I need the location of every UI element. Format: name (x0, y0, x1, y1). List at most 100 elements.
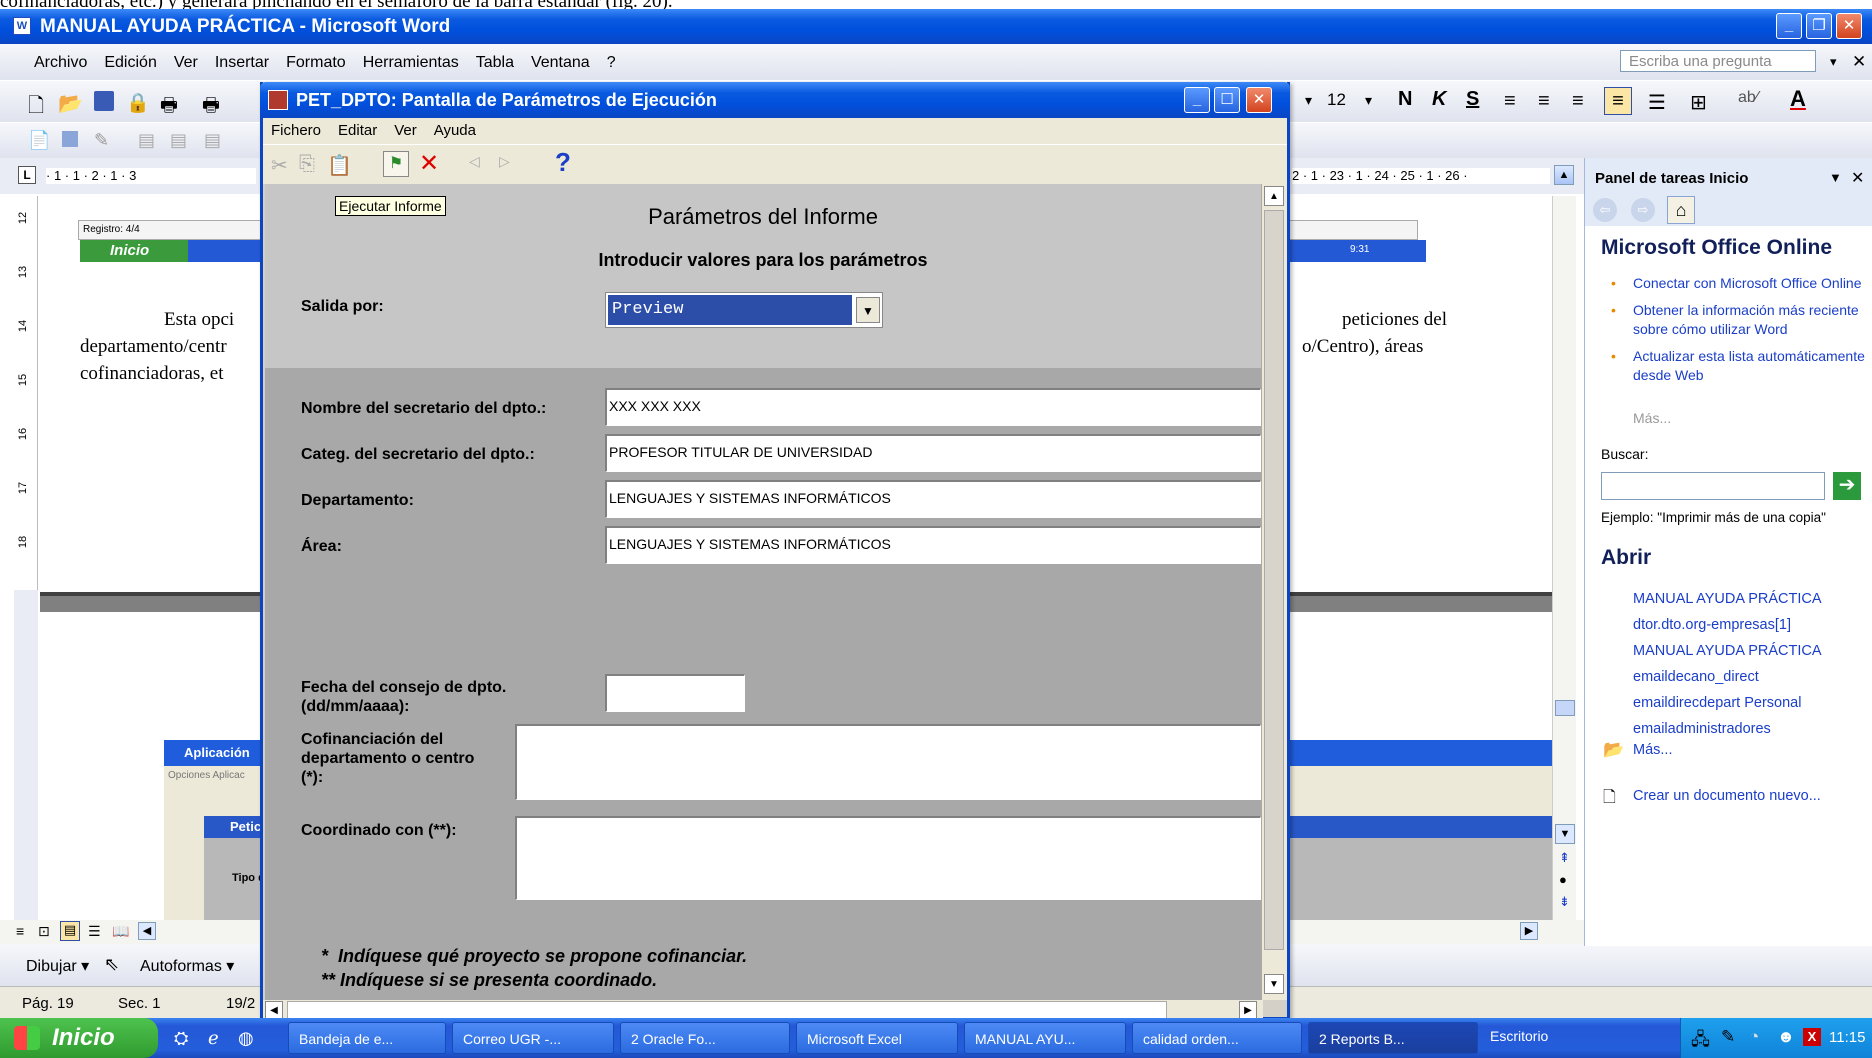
cut-icon[interactable]: ✂ (271, 153, 288, 178)
field-input[interactable]: LENGUAJES Y SISTEMAS INFORMÁTICOS (605, 480, 1261, 518)
office-online-item[interactable]: • Actualizar esta lista automáticamente d… (1607, 347, 1869, 385)
draw-menu-button[interactable]: Dibujar ▾ (26, 956, 89, 976)
quicklaunch-icon-3[interactable]: ◍ (238, 1028, 254, 1049)
task-back-icon[interactable]: ⇦ (1593, 198, 1617, 222)
print-icon[interactable]: 🖶 (160, 91, 178, 123)
dialog-menu-item[interactable]: Ayuda (434, 122, 476, 139)
tray-icon-1[interactable]: 🖧 (1691, 1027, 1710, 1056)
prev-record-icon[interactable]: ◁ (469, 153, 480, 170)
word-titlebar[interactable]: W MANUAL AYUDA PRÁCTICA - Microsoft Word… (0, 9, 1872, 44)
quicklaunch-ie-icon[interactable]: ℯ (208, 1028, 219, 1049)
word-close-button[interactable]: ✕ (1836, 13, 1862, 39)
office-more[interactable]: Más... (1633, 410, 1671, 426)
paste-icon[interactable]: 📋 (327, 153, 352, 178)
highlight-icon[interactable]: ab⁄ (1738, 89, 1758, 107)
font-size-dropdown-icon[interactable]: ▾ (1365, 92, 1372, 109)
new-document-icon[interactable]: 🗋 (28, 91, 44, 125)
font-color-icon[interactable]: A (1790, 86, 1806, 112)
align-right-icon[interactable]: ≡ (1572, 90, 1584, 113)
font-size-value[interactable]: 12 (1327, 90, 1346, 110)
toolbar2-icon-5[interactable]: ▤ (170, 130, 187, 151)
start-button[interactable]: Inicio (0, 1018, 158, 1058)
field-input[interactable]: LENGUAJES Y SISTEMAS INFORMÁTICOS (605, 526, 1261, 564)
dialog-vscrollbar[interactable]: ▲ ▼ (1261, 184, 1287, 1000)
dialog-menu-item[interactable]: Ver (394, 122, 417, 139)
task-pane-dropdown-icon[interactable]: ▼ (1829, 170, 1842, 185)
word-menu-item[interactable]: Tabla (476, 54, 514, 71)
tray-icon-5[interactable]: X (1803, 1028, 1821, 1046)
dialog-scroll-up-icon[interactable]: ▲ (1264, 186, 1284, 206)
align-left-icon[interactable]: ≡ (1504, 90, 1516, 113)
date-input[interactable] (605, 674, 745, 712)
browse-object-icon[interactable]: ● (1559, 872, 1567, 887)
task-home-icon[interactable]: ⌂ (1667, 196, 1695, 224)
taskbar-button[interactable]: MANUAL AYU... (964, 1022, 1126, 1054)
office-online-link[interactable]: Obtener la información más reciente sobr… (1633, 302, 1859, 337)
dialog-close-button[interactable]: ✕ (1246, 87, 1272, 113)
cancel-run-icon[interactable]: ✕ (419, 149, 439, 178)
word-menu-item[interactable]: ? (607, 54, 616, 71)
tab-selector-icon[interactable]: L (18, 166, 36, 184)
coord-textarea[interactable] (515, 816, 1261, 900)
recent-file-link[interactable]: MANUAL AYUDA PRÁCTICA (1633, 586, 1822, 612)
dialog-scroll-left-icon[interactable]: ◀ (265, 1001, 283, 1019)
word-menu-item[interactable]: Insertar (215, 54, 269, 71)
word-menu-item[interactable]: Ventana (531, 54, 590, 71)
word-menu-item[interactable]: Edición (104, 54, 156, 71)
taskbar-button[interactable]: Correo UGR -... (452, 1022, 614, 1054)
word-restore-button[interactable]: ❐ (1806, 13, 1832, 39)
word-menu-item[interactable]: Herramientas (363, 54, 459, 71)
ask-question-input[interactable]: Escriba una pregunta (1620, 50, 1816, 72)
toolbar2-icon-4[interactable]: ▤ (138, 130, 155, 151)
task-search-input[interactable] (1601, 472, 1825, 500)
word-menu-item[interactable]: Formato (286, 54, 346, 71)
toolbar2-icon-2[interactable] (62, 131, 78, 147)
underline-button[interactable]: S (1466, 88, 1479, 111)
desktop-toolbar-label[interactable]: Escritorio (1490, 1028, 1548, 1044)
bullets-icon[interactable]: ☰ (1648, 90, 1666, 115)
dialog-scroll-thumb[interactable] (1264, 210, 1284, 950)
task-forward-icon[interactable]: ⇨ (1631, 198, 1655, 222)
field-input[interactable]: XXX XXX XXX (605, 388, 1261, 426)
dialog-titlebar[interactable]: PET_DPTO: Pantalla de Parámetros de Ejec… (260, 82, 1290, 118)
run-report-icon[interactable]: ⚑ (383, 151, 409, 177)
prev-page-icon[interactable]: ⇞ (1559, 850, 1570, 866)
dialog-menu-item[interactable]: Editar (338, 122, 377, 139)
hscroll-left-icon[interactable]: ◀ (138, 922, 156, 940)
word-vertical-scrollbar[interactable]: ▼ ⇞ ● ⇟ (1552, 196, 1576, 920)
dialog-hscrollbar[interactable]: ◀ ▶ (263, 1000, 1263, 1020)
recent-file-link[interactable]: dtor.dto.org-empresas[1] (1633, 612, 1822, 638)
recent-file-link[interactable]: MANUAL AYUDA PRÁCTICA (1633, 638, 1822, 664)
align-center-icon[interactable]: ≡ (1538, 90, 1550, 113)
word-doc-close-icon[interactable]: ✕ (1852, 52, 1866, 72)
output-select[interactable]: Preview ▼ (605, 292, 883, 328)
word-menu-item[interactable]: Archivo (34, 54, 87, 71)
taskbar-button[interactable]: Bandeja de e... (288, 1022, 446, 1054)
dialog-scroll-down-icon[interactable]: ▼ (1264, 974, 1284, 994)
output-dropdown-icon[interactable]: ▼ (856, 297, 880, 323)
quicklaunch-icon-1[interactable]: ⛭ (174, 1028, 188, 1049)
italic-button[interactable]: K (1432, 88, 1446, 111)
ask-dropdown-icon[interactable]: ▾ (1830, 54, 1837, 70)
print-layout-view-icon[interactable]: ▤ (60, 921, 80, 941)
dialog-minimize-button[interactable]: _ (1184, 87, 1210, 113)
office-online-item[interactable]: • Obtener la información más reciente sob… (1607, 301, 1869, 339)
next-record-icon[interactable]: ▷ (499, 153, 510, 170)
recent-file-link[interactable]: emaildecano_direct (1633, 664, 1822, 690)
tray-icon-4[interactable]: ☻ (1777, 1027, 1795, 1047)
search-go-icon[interactable]: ➔ (1833, 472, 1861, 500)
help-icon[interactable]: ? (555, 147, 571, 178)
dialog-hscroll-thumb[interactable] (287, 1001, 1167, 1019)
toolbar2-icon-3[interactable]: ✎ (94, 130, 109, 151)
taskbar-button[interactable]: Microsoft Excel (796, 1022, 958, 1054)
field-input[interactable]: PROFESOR TITULAR DE UNIVERSIDAD (605, 434, 1261, 472)
word-scroll-thumb[interactable] (1555, 700, 1575, 716)
recent-file-link[interactable]: emailadministradores (1633, 716, 1822, 742)
taskbar-button[interactable]: calidad orden... (1132, 1022, 1302, 1054)
toolbar2-icon-1[interactable]: 📄 (28, 130, 50, 151)
tray-icon-3[interactable]: ◔ (1749, 1027, 1759, 1047)
save-icon[interactable] (94, 91, 114, 111)
borders-icon[interactable]: ⊞ (1690, 90, 1707, 115)
word-minimize-button[interactable]: _ (1776, 13, 1802, 39)
office-online-item[interactable]: • Conectar con Microsoft Office Online (1607, 274, 1869, 293)
